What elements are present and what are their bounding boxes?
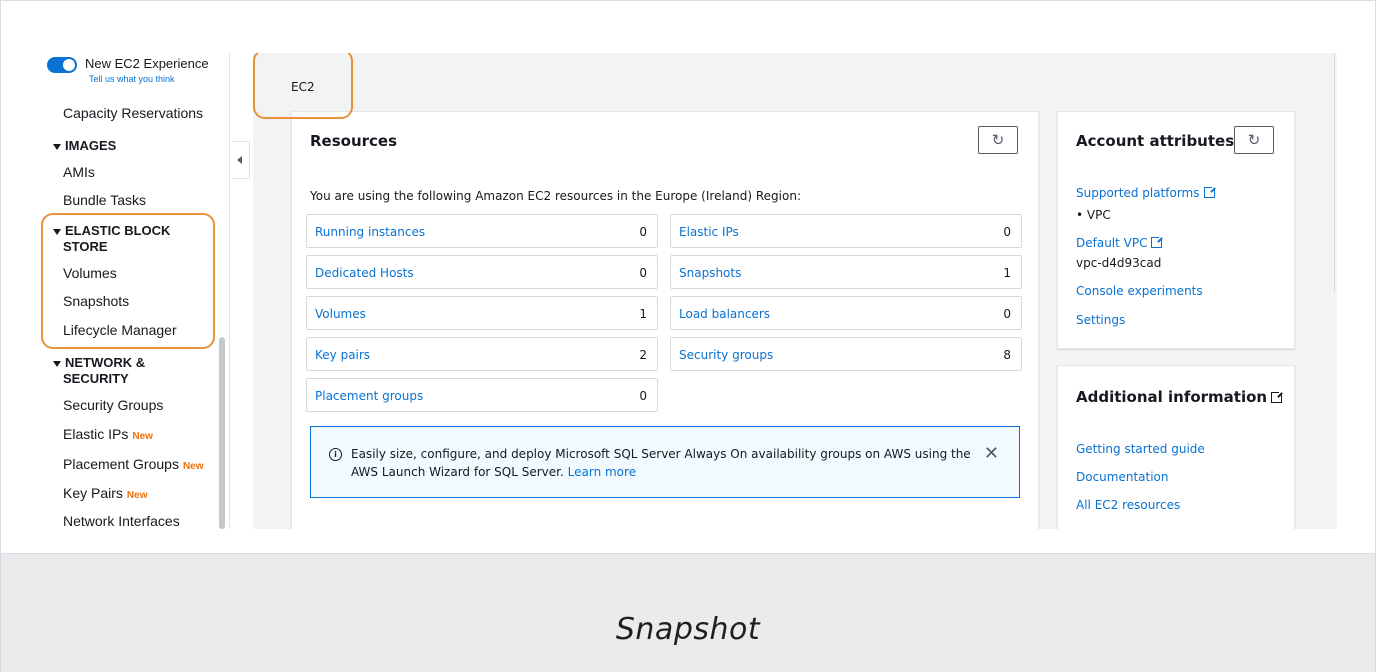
- highlight-breadcrumb: [253, 53, 353, 119]
- refresh-icon: ↻: [1247, 131, 1261, 149]
- sidebar-item-placement-groups[interactable]: Placement Groups New: [63, 456, 204, 472]
- sidebar-divider: [229, 53, 230, 529]
- resource-label: Snapshots: [679, 266, 742, 280]
- sidebar-item-bundle-tasks[interactable]: Bundle Tasks: [63, 192, 146, 208]
- new-badge: New: [182, 461, 204, 472]
- resource-cell-elastic-ips[interactable]: Elastic IPs 0: [670, 214, 1022, 248]
- resource-cell-dedicated-hosts[interactable]: Dedicated Hosts 0: [306, 255, 658, 289]
- figure-frame: New EC2 Experience Tell us what you thin…: [0, 0, 1376, 672]
- resources-refresh-button[interactable]: ↻: [978, 126, 1018, 154]
- resource-label: Running instances: [315, 225, 426, 239]
- refresh-icon: ↻: [991, 131, 1005, 149]
- additional-information-title: Additional information: [1076, 388, 1285, 406]
- documentation-link[interactable]: Documentation: [1076, 470, 1169, 484]
- resources-panel: Resources ↻ You are using the following …: [291, 111, 1039, 529]
- resource-count: 1: [1003, 266, 1011, 280]
- resource-label: Key pairs: [315, 348, 371, 362]
- resource-label: Placement groups: [315, 389, 424, 403]
- default-vpc-link[interactable]: Default VPC: [1076, 235, 1165, 250]
- new-badge: New: [126, 490, 148, 501]
- resources-title: Resources: [310, 132, 398, 150]
- sidebar-item-key-pairs[interactable]: Key Pairs New: [63, 485, 147, 501]
- collapse-sidebar-button[interactable]: [231, 141, 250, 179]
- resource-label: Elastic IPs: [679, 225, 739, 239]
- resource-label: Load balancers: [679, 307, 771, 321]
- item-label: Key Pairs: [63, 485, 123, 501]
- resource-cell-placement-groups[interactable]: Placement groups 0: [306, 378, 658, 412]
- console-screenshot: New EC2 Experience Tell us what you thin…: [21, 53, 1337, 529]
- vpc-bullet: • VPC: [1076, 208, 1111, 222]
- resource-label: Security groups: [679, 348, 774, 362]
- learn-more-link[interactable]: Learn more: [568, 465, 636, 479]
- close-icon[interactable]: ✕: [984, 443, 999, 464]
- main-scrollbar[interactable]: [1334, 53, 1335, 293]
- external-link-icon: [1271, 390, 1285, 403]
- resource-count: 0: [1003, 225, 1011, 239]
- item-label: Placement Groups: [63, 456, 179, 472]
- feedback-link[interactable]: Tell us what you think: [89, 74, 175, 84]
- resource-label: Volumes: [315, 307, 366, 321]
- sidebar-section-network[interactable]: NETWORK &: [53, 355, 145, 371]
- resource-count: 0: [639, 266, 647, 280]
- main-content: EC2 Resources ↻ You are using the follow…: [253, 53, 1337, 529]
- sidebar-scrollbar[interactable]: [219, 337, 225, 529]
- resource-count: 0: [1003, 307, 1011, 321]
- new-badge: New: [132, 431, 153, 442]
- resource-cell-security-groups[interactable]: Security groups 8: [670, 337, 1022, 371]
- info-alert: i Easily size, configure, and deploy Mic…: [310, 426, 1020, 498]
- additional-information-panel: Additional information Getting started g…: [1057, 365, 1295, 529]
- sidebar-item-network-interfaces[interactable]: Network Interfaces: [63, 513, 180, 529]
- resource-count: 1: [639, 307, 647, 321]
- resource-count: 8: [1003, 348, 1011, 362]
- caret-left-icon: [237, 156, 242, 164]
- highlight-ebs-section: [41, 213, 215, 349]
- toggle-title: New EC2 Experience: [85, 56, 209, 71]
- sidebar: New EC2 Experience Tell us what you thin…: [21, 53, 233, 529]
- resource-count: 0: [639, 225, 647, 239]
- caption-area: Snapshot: [1, 553, 1375, 672]
- title-label: Additional information: [1076, 388, 1268, 406]
- toggle-knob: [63, 59, 75, 71]
- resources-intro: You are using the following Amazon EC2 r…: [310, 189, 801, 203]
- info-alert-text: Easily size, configure, and deploy Micro…: [351, 445, 971, 481]
- caret-down-icon: [53, 143, 61, 150]
- resource-cell-snapshots[interactable]: Snapshots 1: [670, 255, 1022, 289]
- resource-label: Dedicated Hosts: [315, 266, 414, 280]
- section-label-continued: SECURITY: [63, 371, 129, 386]
- resource-cell-load-balancers[interactable]: Load balancers 0: [670, 296, 1022, 330]
- account-attributes-panel: Account attributes ↻ Supported platforms…: [1057, 111, 1295, 349]
- sidebar-item-elastic-ips[interactable]: Elastic IPs New: [63, 426, 153, 442]
- default-vpc-id: vpc-d4d93cad: [1076, 256, 1162, 270]
- item-label: Elastic IPs: [63, 426, 129, 442]
- resource-count: 2: [639, 348, 647, 362]
- sidebar-item-security-groups[interactable]: Security Groups: [63, 397, 163, 413]
- external-link-icon: [1151, 235, 1165, 248]
- account-refresh-button[interactable]: ↻: [1234, 126, 1274, 154]
- caret-down-icon: [53, 360, 61, 367]
- new-experience-toggle[interactable]: [47, 57, 77, 73]
- console-experiments-link[interactable]: Console experiments: [1076, 284, 1203, 298]
- resource-count: 0: [639, 389, 647, 403]
- section-label: IMAGES: [65, 138, 117, 153]
- figure-caption: Snapshot: [615, 612, 761, 647]
- section-label: NETWORK &: [65, 355, 146, 370]
- account-attributes-title: Account attributes: [1076, 132, 1235, 150]
- sidebar-item-amis[interactable]: AMIs: [63, 164, 95, 180]
- getting-started-link[interactable]: Getting started guide: [1076, 442, 1205, 456]
- resource-cell-volumes[interactable]: Volumes 1: [306, 296, 658, 330]
- info-message: Easily size, configure, and deploy Micro…: [351, 447, 971, 479]
- sidebar-section-images[interactable]: IMAGES: [53, 138, 116, 154]
- external-link-icon: [1203, 185, 1217, 198]
- supported-platforms-link[interactable]: Supported platforms: [1076, 185, 1217, 200]
- resource-cell-running-instances[interactable]: Running instances 0: [306, 214, 658, 248]
- settings-link[interactable]: Settings: [1076, 313, 1125, 327]
- resource-cell-key-pairs[interactable]: Key pairs 2: [306, 337, 658, 371]
- link-label: Supported platforms: [1076, 186, 1200, 200]
- sidebar-item-capacity-reservations[interactable]: Capacity Reservations: [63, 105, 203, 121]
- info-icon: i: [329, 448, 342, 461]
- all-ec2-resources-link[interactable]: All EC2 resources: [1076, 498, 1180, 512]
- link-label: Default VPC: [1076, 236, 1148, 250]
